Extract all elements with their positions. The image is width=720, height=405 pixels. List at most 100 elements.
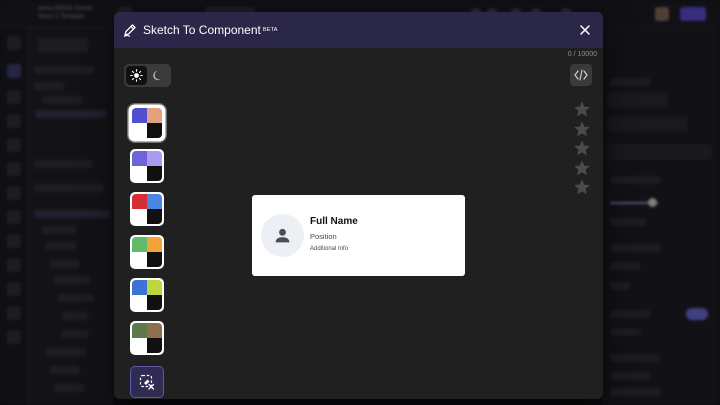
rail-button bbox=[7, 330, 21, 344]
palette-color bbox=[132, 209, 147, 224]
tree-row bbox=[34, 184, 104, 192]
property-row bbox=[610, 262, 640, 270]
palette-color bbox=[147, 252, 162, 267]
palette-color bbox=[147, 323, 162, 338]
palette-color bbox=[147, 166, 162, 181]
property-row bbox=[610, 310, 650, 318]
app-subtitle-text: Victor Z Template bbox=[38, 14, 85, 20]
palette-color bbox=[147, 209, 162, 224]
moon-icon bbox=[153, 70, 161, 81]
palette-color bbox=[147, 194, 162, 209]
rail-button bbox=[7, 162, 21, 176]
property-row bbox=[610, 78, 650, 86]
palette-swatch[interactable] bbox=[130, 106, 164, 140]
palette-color bbox=[132, 295, 147, 310]
rail-button bbox=[7, 138, 21, 152]
sketch-to-component-dialog: Sketch To Component BETA 0 / 10000 Full … bbox=[114, 12, 603, 399]
close-icon[interactable] bbox=[577, 22, 593, 38]
palette-swatch[interactable] bbox=[130, 149, 164, 183]
palette-color bbox=[132, 194, 147, 209]
star-icon[interactable] bbox=[573, 178, 591, 196]
component-preview-card: Full Name Position Additional Info bbox=[252, 195, 465, 276]
eraser-icon bbox=[139, 374, 155, 390]
property-field bbox=[608, 116, 688, 132]
palette-color bbox=[132, 123, 147, 138]
palette-color bbox=[132, 237, 147, 252]
code-icon bbox=[574, 69, 588, 81]
tree-row bbox=[34, 210, 110, 218]
position-text: Position bbox=[310, 232, 337, 241]
tree-row bbox=[54, 276, 90, 284]
property-row bbox=[610, 388, 660, 396]
tree-row bbox=[50, 260, 80, 268]
tree-row bbox=[34, 160, 92, 168]
rail-button bbox=[7, 282, 21, 296]
rail-button bbox=[7, 114, 21, 128]
rail-button bbox=[7, 186, 21, 200]
palette-color bbox=[147, 237, 162, 252]
property-row bbox=[610, 354, 660, 362]
star-icon[interactable] bbox=[573, 139, 591, 157]
view-code-button[interactable] bbox=[570, 64, 592, 86]
tree-row bbox=[34, 82, 64, 90]
star-icon[interactable] bbox=[573, 120, 591, 138]
tree-row bbox=[46, 348, 86, 356]
tree-row bbox=[62, 312, 88, 320]
dialog-title-text: Sketch To Component bbox=[143, 23, 261, 37]
app-right-panel bbox=[602, 28, 720, 405]
rail-button bbox=[7, 306, 21, 320]
star-icon[interactable] bbox=[573, 159, 591, 177]
palette-color bbox=[147, 338, 162, 353]
palette-color bbox=[132, 151, 147, 166]
tree-row bbox=[34, 66, 94, 74]
tree-row bbox=[58, 294, 94, 302]
character-counter: 0 / 10000 bbox=[567, 51, 597, 58]
tree-row bbox=[42, 226, 76, 234]
property-row bbox=[610, 328, 640, 336]
property-row bbox=[610, 218, 646, 226]
opacity-slider-knob bbox=[648, 198, 657, 207]
tree-row bbox=[50, 366, 80, 374]
rail-button bbox=[7, 36, 21, 50]
palette-swatch[interactable] bbox=[130, 321, 164, 355]
additional-info-text: Additional Info bbox=[310, 246, 349, 252]
share-button bbox=[680, 7, 706, 21]
palette-color bbox=[147, 123, 162, 138]
avatar bbox=[261, 214, 304, 257]
palette-color bbox=[132, 166, 147, 181]
tree-row bbox=[42, 96, 82, 104]
full-name-text: Full Name bbox=[310, 216, 358, 227]
rail-button bbox=[7, 258, 21, 272]
user-avatar bbox=[655, 7, 669, 21]
palette-color bbox=[132, 323, 147, 338]
rail-button bbox=[7, 210, 21, 224]
property-toggle bbox=[686, 308, 708, 320]
star-icon[interactable] bbox=[573, 100, 591, 118]
palette-swatch[interactable] bbox=[130, 235, 164, 269]
palette-color bbox=[132, 280, 147, 295]
rail-button bbox=[7, 64, 21, 78]
palette-color bbox=[147, 108, 162, 123]
property-row bbox=[610, 176, 660, 184]
palette-color bbox=[147, 280, 162, 295]
palette-color bbox=[132, 252, 147, 267]
app-icon-rail bbox=[0, 28, 28, 405]
property-row bbox=[610, 282, 630, 290]
app-title: demo REDIA Scrolls Victor Z Template bbox=[38, 5, 92, 21]
sun-icon bbox=[130, 69, 143, 82]
clear-sketch-button[interactable] bbox=[130, 366, 164, 398]
palette-swatch[interactable] bbox=[130, 278, 164, 312]
app-left-panel bbox=[28, 28, 114, 405]
light-mode-button[interactable] bbox=[126, 66, 147, 85]
rail-button bbox=[7, 90, 21, 104]
rail-button bbox=[7, 234, 21, 248]
palette-color bbox=[132, 108, 147, 123]
tree-row bbox=[62, 330, 88, 338]
property-field bbox=[608, 92, 668, 108]
panel-tabs bbox=[38, 38, 88, 52]
palette-color bbox=[147, 295, 162, 310]
palette-swatch[interactable] bbox=[130, 192, 164, 226]
dialog-header: Sketch To Component BETA bbox=[114, 12, 603, 48]
dark-mode-button[interactable] bbox=[148, 66, 169, 85]
tree-row bbox=[46, 242, 76, 250]
